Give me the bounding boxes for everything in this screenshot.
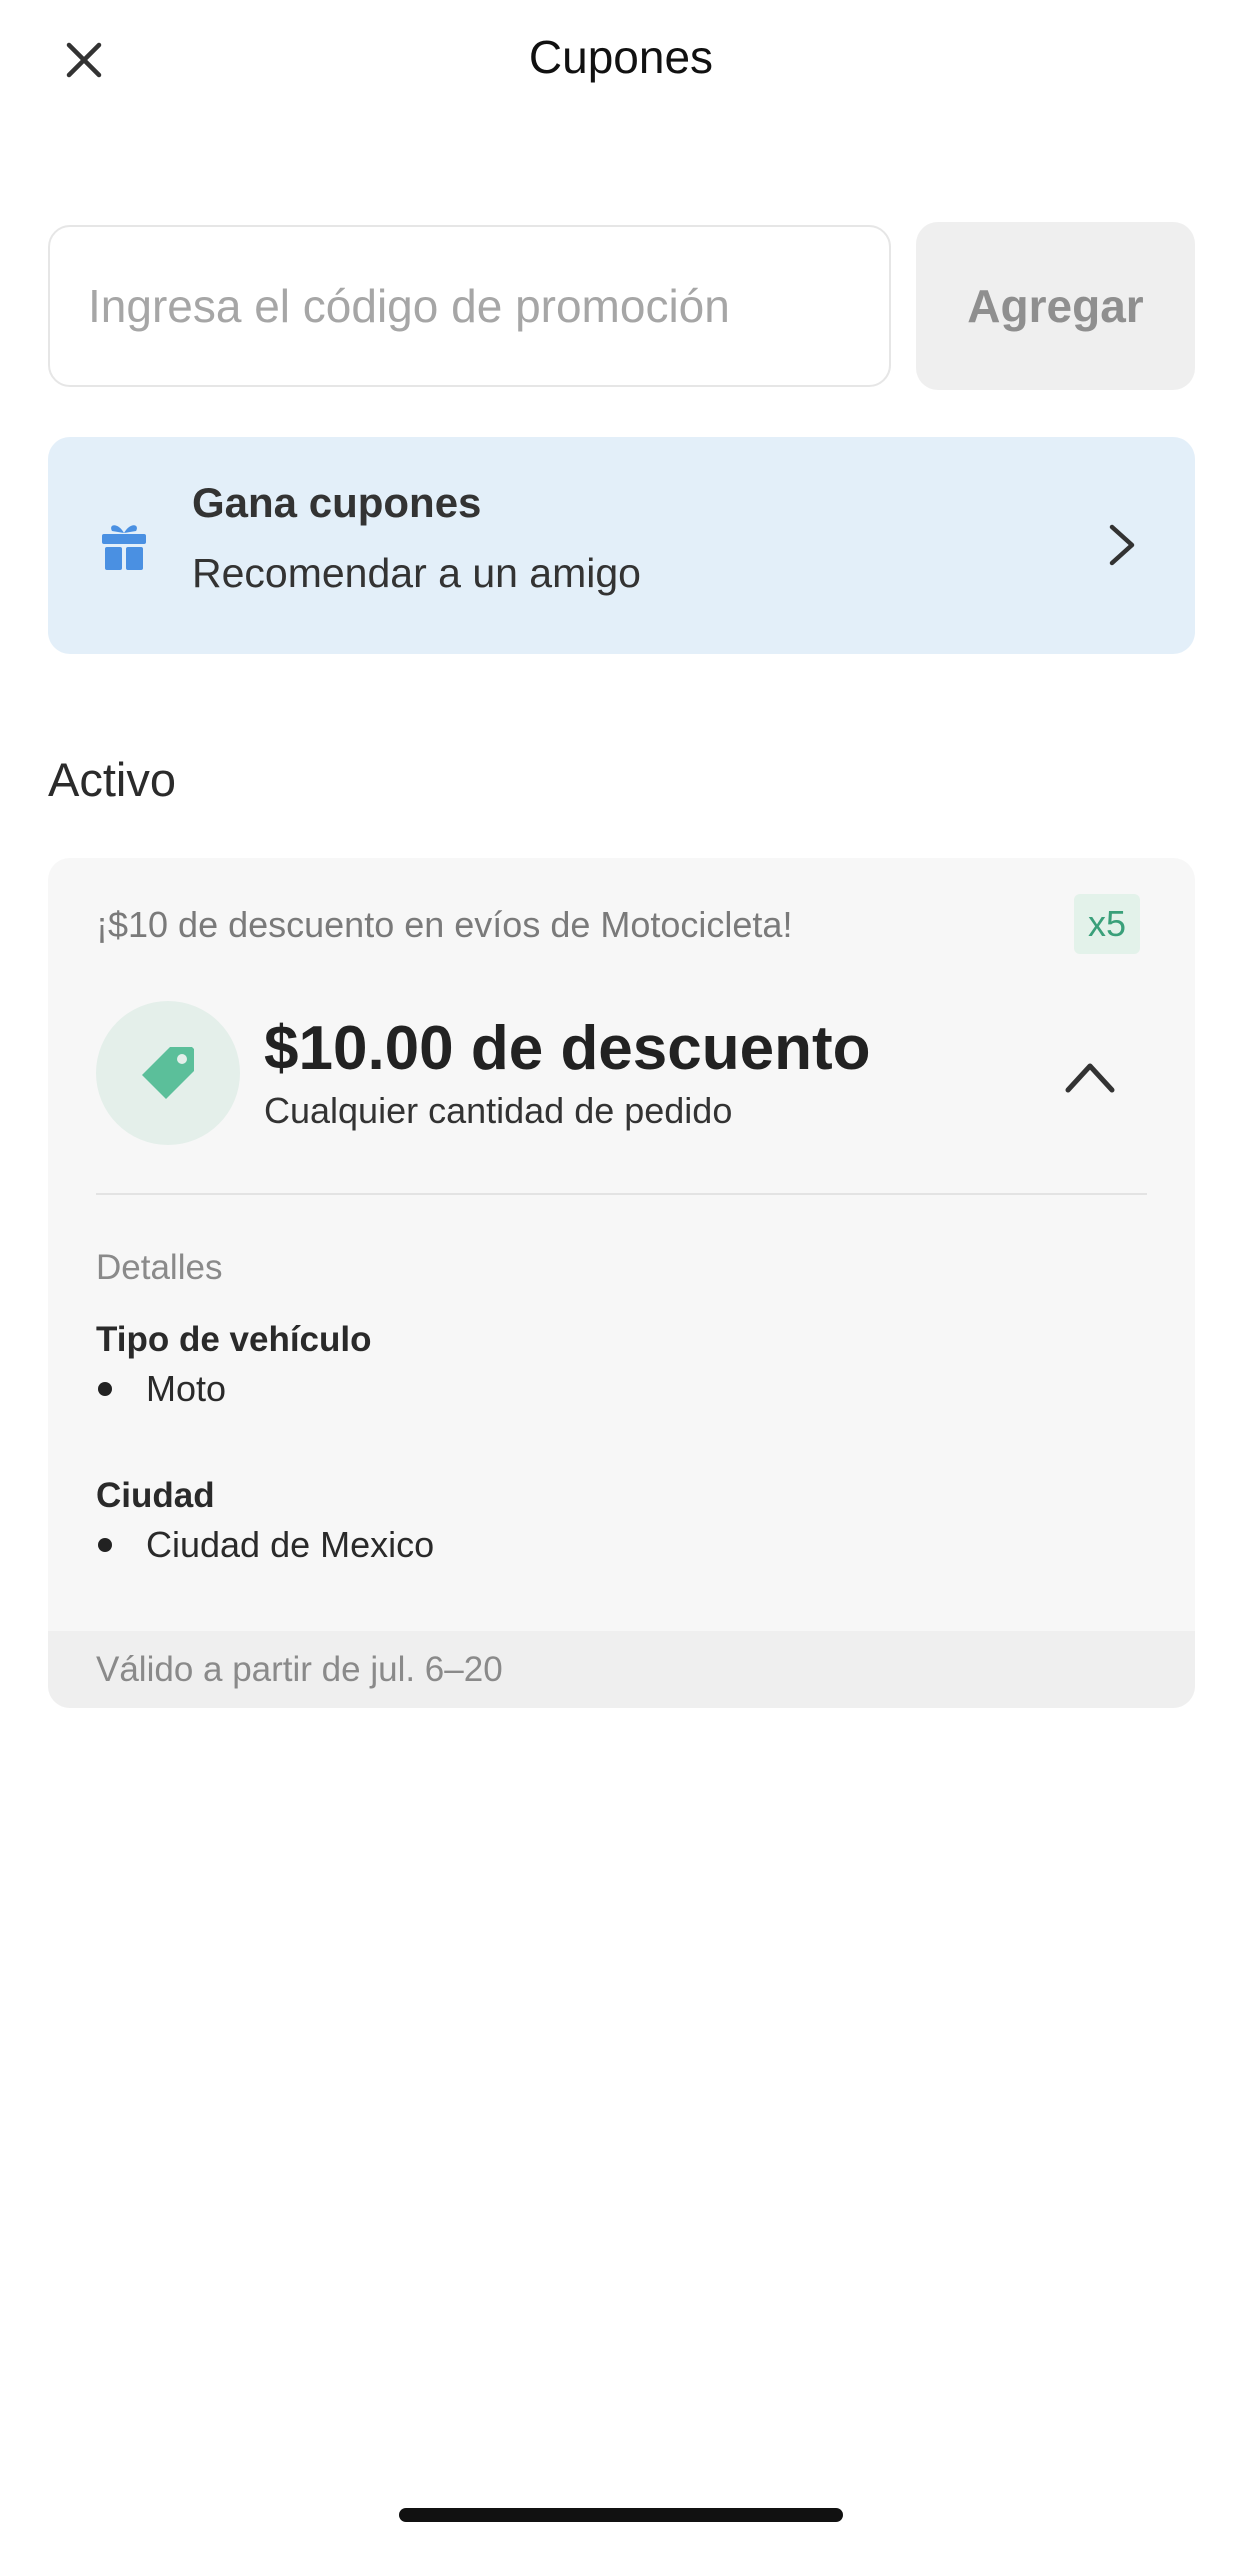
- coupon-amount: $10.00 de descuento: [264, 1014, 871, 1083]
- coupon-card: ¡$10 de descuento en evíos de Motociclet…: [48, 858, 1195, 1708]
- coupon-count-badge: x5: [1074, 894, 1140, 954]
- gift-icon: [102, 525, 146, 570]
- tag-icon-container: [96, 1001, 240, 1145]
- referral-title: Gana cupones: [192, 479, 482, 526]
- bullet: [98, 1538, 112, 1552]
- validity-text: Válido a partir de jul. 6–20: [96, 1649, 503, 1689]
- divider: [96, 1193, 1147, 1195]
- referral-subtitle: Recomendar a un amigo: [192, 550, 641, 596]
- vehicle-type-value: Moto: [146, 1368, 227, 1409]
- tag-icon: [142, 1047, 194, 1099]
- home-indicator[interactable]: [399, 2508, 843, 2522]
- list-item: Ciudad de Mexico: [96, 1524, 434, 1566]
- section-title-active: Activo: [48, 753, 176, 806]
- page-title: Cupones: [528, 31, 714, 83]
- coupon-validity: Válido a partir de jul. 6–20: [48, 1631, 1195, 1708]
- chevron-up-icon[interactable]: [1060, 1054, 1120, 1098]
- coupons-screen: Cupones Agregar Gana cupones Recomendar …: [0, 0, 1242, 2550]
- chevron-right-icon: [1109, 524, 1135, 566]
- referral-banner[interactable]: Gana cupones Recomendar a un amigo: [48, 437, 1195, 654]
- coupon-condition: Cualquier cantidad de pedido: [264, 1090, 733, 1131]
- add-promo-button[interactable]: Agregar: [916, 222, 1195, 390]
- city-value: Ciudad de Mexico: [146, 1524, 435, 1565]
- list-item: Moto: [96, 1368, 226, 1410]
- bullet: [98, 1382, 112, 1396]
- header: Cupones: [0, 0, 1242, 120]
- city-title: Ciudad: [96, 1476, 215, 1515]
- coupon-headline: ¡$10 de descuento en evíos de Motociclet…: [96, 904, 793, 945]
- vehicle-type-title: Tipo de vehículo: [96, 1320, 372, 1359]
- details-label: Detalles: [96, 1248, 223, 1287]
- promo-code-input[interactable]: [48, 225, 891, 387]
